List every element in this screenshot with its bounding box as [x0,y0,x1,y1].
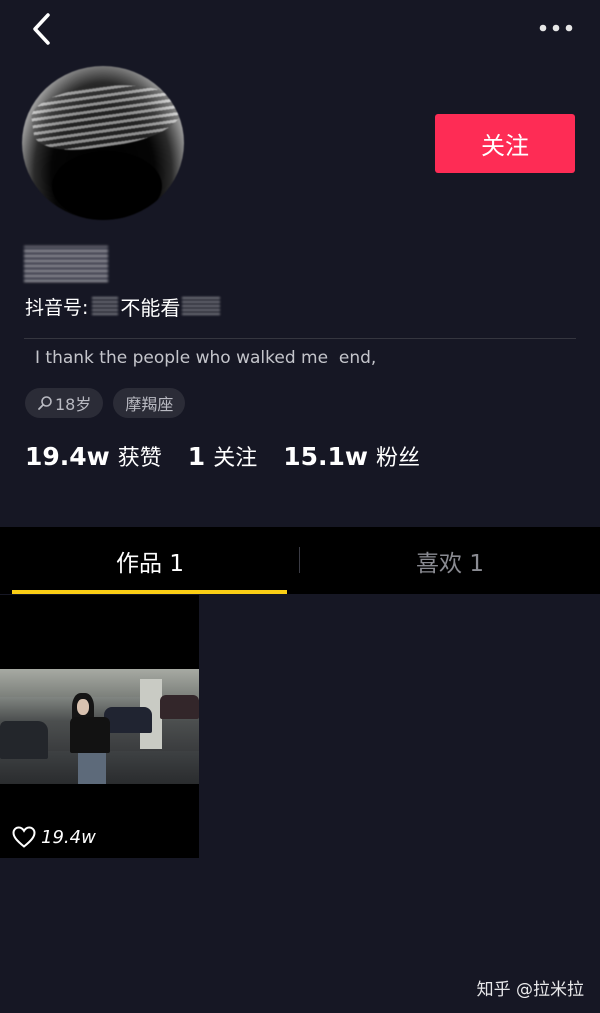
id-redaction-right [182,297,221,315]
stat-followers[interactable]: 15.1w 粉丝 [283,440,420,472]
stat-likes: 19.4w 获赞 [25,440,162,472]
tab-works[interactable]: 作品 1 [0,527,300,594]
stat-following-count: 1 [187,442,206,471]
tab-likes[interactable]: 喜欢 1 [300,527,600,594]
follow-button[interactable]: 关注 [435,114,575,173]
stat-likes-label: 获赞 [117,446,162,471]
more-dots-icon [539,24,573,32]
profile-page: 关注 抖音号: 不能看 I thank the people who walke… [0,0,600,1013]
username-blurred [24,246,108,282]
video-like-count: 19.4w [12,826,96,848]
top-bar [0,0,600,60]
profile-stats: 19.4w 获赞 1 关注 15.1w 粉丝 [25,440,446,472]
tag-age: 18岁 [25,388,104,418]
douyin-id-label: 抖音号: [25,296,89,319]
bio-text: I thank the people who walked me end, [35,348,377,368]
tag-zodiac: 摩羯座 [113,388,186,418]
more-button[interactable] [538,18,574,38]
divider [24,338,576,339]
douyin-id-row: 抖音号: 不能看 [25,291,221,321]
id-redaction-left [92,297,119,315]
video-thumbnail [0,669,199,784]
stat-following-label: 关注 [213,446,258,471]
stat-following[interactable]: 1 关注 [188,440,257,472]
stat-likes-count: 19.4w [25,442,110,471]
content-tab-bar: 作品 1 喜欢 1 [0,527,600,594]
tag-zodiac-label: 摩羯座 [125,395,174,414]
profile-tags: 18岁 摩羯座 [25,388,186,418]
video-card[interactable] [0,595,199,858]
stat-followers-label: 粉丝 [376,446,421,471]
back-button[interactable] [28,12,58,46]
watermark: 知乎 @拉米拉 [476,980,584,1000]
tag-age-label: 18岁 [55,395,92,414]
douyin-id-value: 不能看 [120,295,181,320]
heart-icon [12,826,36,848]
chevron-left-icon [33,13,50,45]
stat-followers-count: 15.1w [283,442,368,471]
search-icon [38,396,52,410]
avatar[interactable] [22,66,184,220]
active-tab-indicator [12,590,287,594]
video-like-count-text: 19.4w [41,826,96,848]
